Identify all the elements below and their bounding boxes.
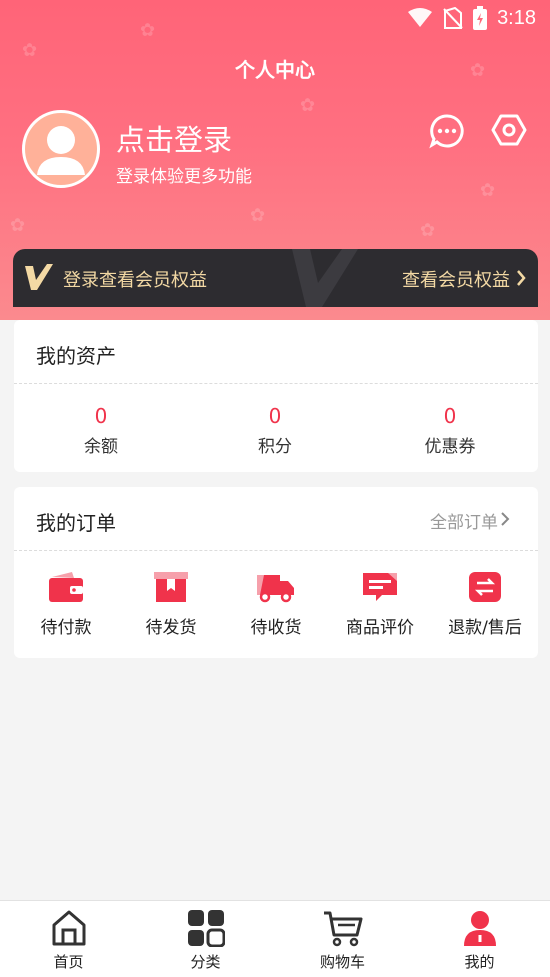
asset-coupons[interactable]: 0 优惠券 [390, 404, 510, 457]
blossom-decoration: ✿ [250, 205, 266, 226]
orders-title: 我的订单 [36, 511, 116, 535]
order-pending-payment[interactable]: 待付款 [14, 571, 118, 638]
order-to-ship[interactable]: 待发货 [119, 571, 223, 638]
order-refund[interactable]: 退款/售后 [433, 571, 537, 638]
vip-text: 登录查看会员权益 [63, 270, 207, 291]
tab-cart[interactable]: 购物车 [274, 901, 411, 977]
order-review[interactable]: 商品评价 [328, 571, 432, 638]
tab-category[interactable]: 分类 [137, 901, 274, 977]
tab-label: 我的 [464, 953, 495, 971]
status-bar: 3:18 [0, 0, 550, 38]
asset-value: 0 [94, 404, 108, 428]
truck-icon [257, 575, 294, 603]
user-avatar-icon [37, 126, 85, 175]
chevron-right-icon [501, 512, 510, 526]
blossom-decoration: ✿ [10, 215, 26, 236]
all-orders-link[interactable]: 全部订单 [430, 508, 498, 533]
divider [14, 383, 538, 384]
profile-header: ✿ ✿ ✿ ✿ ✿ ✿ ✿ ✿ 3:18 个人中心 点击登录 登录体验更多功能 … [0, 0, 550, 320]
order-label: 待付款 [40, 618, 92, 638]
tab-label: 购物车 [319, 953, 365, 971]
asset-label: 积分 [258, 437, 292, 457]
order-label: 待收货 [250, 618, 302, 638]
avatar[interactable] [22, 110, 100, 188]
battery-icon [473, 6, 488, 30]
refund-icon [469, 572, 501, 602]
review-icon [363, 573, 397, 601]
vip-watermark-icon [292, 249, 358, 307]
message-button[interactable] [429, 113, 465, 149]
vip-logo-icon [25, 264, 53, 290]
order-label: 商品评价 [346, 618, 414, 638]
profile-icon [463, 911, 496, 946]
orders-card: 我的订单 全部订单 待付款 待发货 待收货 商品评价 退款/售后 [14, 487, 538, 658]
status-time: 3:18 [497, 6, 536, 29]
login-subtitle: 登录体验更多功能 [116, 167, 252, 187]
vip-banner[interactable]: 登录查看会员权益 查看会员权益 [13, 249, 538, 307]
blossom-decoration: ✿ [420, 220, 436, 241]
no-sim-icon [443, 7, 463, 29]
settings-button[interactable] [491, 113, 527, 149]
asset-value: 0 [443, 404, 457, 428]
tab-label: 首页 [53, 953, 84, 971]
category-icon [187, 910, 225, 947]
chat-bubble-icon [429, 114, 464, 149]
blossom-decoration: ✿ [300, 95, 316, 116]
blossom-decoration: ✿ [480, 180, 496, 201]
wallet-icon [49, 572, 83, 602]
tab-home[interactable]: 首页 [0, 901, 137, 977]
package-icon [154, 572, 188, 602]
tab-label: 分类 [190, 953, 221, 971]
order-label: 待发货 [145, 618, 197, 638]
assets-title: 我的资产 [36, 344, 116, 368]
login-button[interactable]: 点击登录 [116, 117, 232, 159]
asset-label: 余额 [84, 437, 118, 457]
assets-card: 我的资产 0 余额 0 积分 0 优惠券 [14, 320, 538, 472]
asset-balance[interactable]: 0 余额 [41, 404, 161, 457]
page-title: 个人中心 [235, 58, 315, 82]
asset-points[interactable]: 0 积分 [215, 404, 335, 457]
divider [14, 550, 538, 551]
order-label: 退款/售后 [448, 618, 522, 638]
vip-link[interactable]: 查看会员权益 [402, 266, 510, 292]
asset-value: 0 [268, 404, 282, 428]
bottom-tab-bar: 首页 分类 购物车 我的 [0, 900, 550, 977]
chevron-right-icon [517, 270, 526, 286]
tab-profile[interactable]: 我的 [411, 901, 548, 977]
wifi-icon [408, 8, 433, 27]
order-to-receive[interactable]: 待收货 [224, 571, 328, 638]
home-icon [52, 910, 85, 946]
asset-label: 优惠券 [424, 437, 476, 457]
cart-icon [323, 911, 362, 947]
settings-hexagon-icon [491, 114, 527, 146]
